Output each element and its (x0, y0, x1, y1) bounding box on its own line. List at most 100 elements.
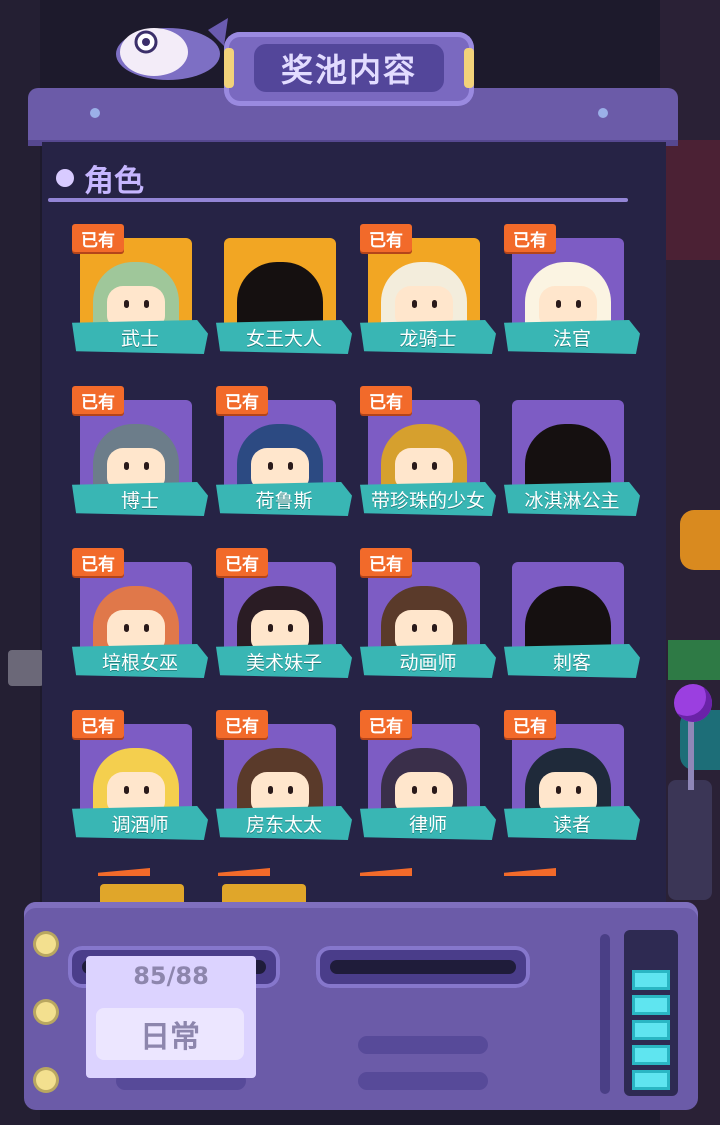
character-card[interactable]: 已有 动画师 (360, 548, 496, 688)
character-card[interactable]: 已有 法官 (504, 224, 640, 364)
character-face (251, 610, 309, 650)
character-eye (412, 786, 417, 794)
section-header: 角色 (56, 156, 144, 200)
character-eye (412, 624, 417, 632)
light-bulb (36, 1070, 56, 1090)
character-portrait (80, 724, 192, 820)
character-name: 武士 (72, 320, 208, 354)
section-dot-icon (56, 169, 74, 187)
pool-ticket[interactable]: 85/88 日常 (86, 956, 256, 1078)
character-face (395, 772, 453, 812)
character-portrait (224, 400, 336, 496)
character-eye (124, 462, 129, 470)
character-eye (124, 300, 129, 308)
character-eye (576, 786, 581, 794)
character-eye (288, 624, 293, 632)
meter-segment (632, 1070, 670, 1090)
character-eye (432, 300, 437, 308)
character-portrait (224, 562, 336, 658)
character-face (539, 772, 597, 812)
character-card[interactable]: 已有 律师 (360, 710, 496, 850)
character-card[interactable]: 已有 荷鲁斯 (216, 386, 352, 526)
background-green-sign (668, 640, 720, 680)
character-card[interactable]: 女王大人 (216, 224, 352, 364)
owned-badge: 已有 (360, 548, 412, 576)
character-face (251, 772, 309, 812)
character-card[interactable]: 已有 房东太太 (216, 710, 352, 850)
character-name: 冰淇淋公主 (504, 482, 640, 516)
owned-badge: 已有 (72, 548, 124, 576)
character-name: 带珍珠的少女 (360, 482, 496, 516)
background-orange-decor (680, 510, 720, 570)
next-row-badge (98, 868, 150, 876)
meter-segment (632, 1045, 670, 1065)
coin-slot-right (316, 946, 530, 988)
character-card[interactable]: 已有 博士 (72, 386, 208, 526)
character-eye (288, 462, 293, 470)
character-name: 房东太太 (216, 806, 352, 840)
character-eye (432, 624, 437, 632)
next-row-badge (360, 868, 412, 876)
machine-groove (358, 1072, 488, 1090)
owned-badge: 已有 (360, 386, 412, 414)
character-card[interactable]: 已有 龙骑士 (360, 224, 496, 364)
character-eye (412, 300, 417, 308)
lever-knob[interactable] (674, 684, 712, 722)
character-name: 法官 (504, 320, 640, 354)
character-eye (144, 462, 149, 470)
character-portrait (80, 238, 192, 334)
character-face (107, 448, 165, 488)
character-eye (288, 786, 293, 794)
pool-mode-button[interactable]: 日常 (96, 1008, 244, 1060)
character-portrait (368, 724, 480, 820)
character-face (395, 610, 453, 650)
character-eye (124, 624, 129, 632)
character-face (539, 286, 597, 326)
light-bulb (36, 934, 56, 954)
character-name: 动画师 (360, 644, 496, 678)
character-portrait (224, 724, 336, 820)
lever-base (668, 780, 712, 900)
character-card[interactable]: 冰淇淋公主 (504, 386, 640, 526)
owned-badge: 已有 (72, 710, 124, 738)
background-tag-decor (8, 650, 44, 686)
character-eye (144, 624, 149, 632)
energy-meter (624, 930, 678, 1096)
character-card[interactable]: 已有 武士 (72, 224, 208, 364)
character-name: 荷鲁斯 (216, 482, 352, 516)
character-portrait (512, 562, 624, 658)
owned-badge: 已有 (216, 548, 268, 576)
owned-badge: 已有 (72, 224, 124, 252)
prize-pool-panel[interactable]: 角色 已有 武士 女王大人 已有 龙骑士 已有 法官 已有 博士 已有 荷鲁斯 已有 带珍珠的少女 冰淇淋… (42, 142, 666, 902)
character-portrait (368, 400, 480, 496)
character-card[interactable]: 刺客 (504, 548, 640, 688)
character-card[interactable]: 已有 带珍珠的少女 (360, 386, 496, 526)
character-eye (268, 624, 273, 632)
title-knob-right (464, 48, 474, 88)
character-eye (412, 462, 417, 470)
character-name: 美术妹子 (216, 644, 352, 678)
character-eye (268, 462, 273, 470)
character-face (395, 448, 453, 488)
character-card[interactable]: 已有 调酒师 (72, 710, 208, 850)
owned-badge: 已有 (360, 710, 412, 738)
character-eye (556, 786, 561, 794)
character-eye (432, 786, 437, 794)
character-card[interactable]: 已有 读者 (504, 710, 640, 850)
meter-segment (632, 1020, 670, 1040)
lever-stick[interactable] (688, 720, 694, 790)
owned-badge: 已有 (216, 710, 268, 738)
character-portrait (512, 238, 624, 334)
rivet (598, 108, 608, 118)
next-row-badge (504, 868, 556, 876)
character-card[interactable]: 已有 培根女巫 (72, 548, 208, 688)
section-divider (48, 198, 628, 202)
character-card[interactable]: 已有 美术妹子 (216, 548, 352, 688)
character-name: 培根女巫 (72, 644, 208, 678)
character-name: 调酒师 (72, 806, 208, 840)
owned-badge: 已有 (216, 386, 268, 414)
character-name: 博士 (72, 482, 208, 516)
character-portrait (224, 238, 336, 334)
character-name: 龙骑士 (360, 320, 496, 354)
character-eye (556, 300, 561, 308)
